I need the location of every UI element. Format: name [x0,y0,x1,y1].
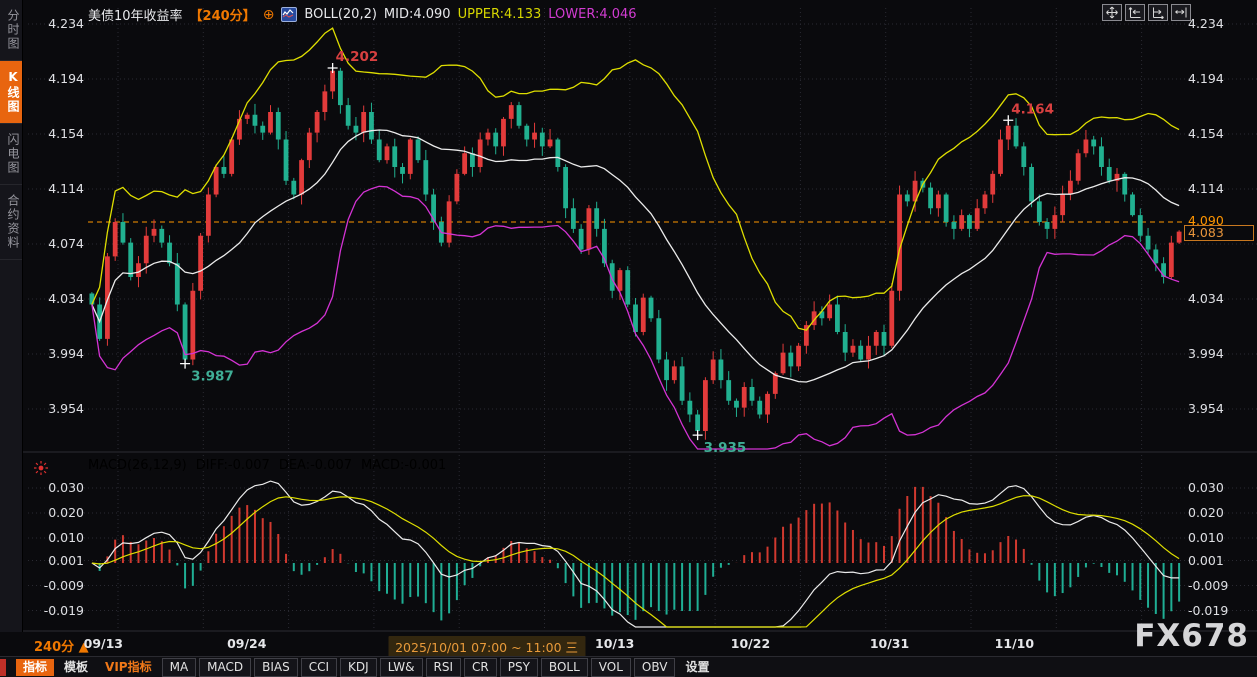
time-axis-row: 240分 ▲ 09/13 09/24 2025/10/01 07:00 ~ 11:0… [0,632,1257,656]
grid-lines [22,8,1257,631]
y-axis-label-right: 4.114 [1188,182,1254,196]
macd-histogram [92,487,1179,621]
instrument-title: 美债10年收益率 [88,5,183,24]
y-axis-label-left: 4.154 [24,127,84,141]
macd-axis-label-left: 0.030 [24,481,84,495]
macd-axis-label-left: -0.009 [24,579,84,593]
macd-macd-value: MACD:-0.001 [361,458,446,473]
toolbar-button-5[interactable]: BIAS [254,658,298,677]
extreme-cross-marker [180,359,190,369]
toolbar-button-12[interactable]: BOLL [541,658,588,677]
compress-left-icon[interactable] [1125,4,1145,21]
indicator-alert-icon[interactable] [33,460,49,480]
y-axis-label-left: 4.194 [24,72,84,86]
date-tick: 10/22 [731,636,770,651]
extreme-price-label: 3.987 [191,369,234,385]
macd-dea-value: DEA:-0.007 [279,458,352,473]
macd-axis-label-right: 0.020 [1188,506,1254,520]
date-tick: 10/13 [595,636,634,651]
bollinger-bands [92,28,1179,449]
macd-axis-label-right: -0.009 [1188,579,1254,593]
period-tag: 【240分】 [190,5,256,24]
chart-tool-icons [1102,4,1191,21]
toolbar-button-4[interactable]: MACD [199,658,251,677]
chart-canvas[interactable]: 4.202 3.987 3.935 4.164 [0,0,1257,632]
mini-chart-icon[interactable] [281,7,297,22]
toolbar-button-15[interactable]: 设置 [678,659,716,676]
macd-axis-label-right: 0.010 [1188,531,1254,545]
sidebar-tab-2[interactable]: 闪电图 [0,124,22,185]
boll-mid-value: MID:4.090 [384,7,451,22]
boll-label: BOLL(20,2) [304,7,377,22]
y-axis-label-left: 3.954 [24,402,84,416]
macd-diff-value: DIFF:-0.007 [196,458,270,473]
date-tick: 09/13 [84,636,123,651]
date-tick: 09/24 [227,636,266,651]
macd-axis-label-left: -0.019 [24,604,84,618]
watermark: FX678 [1134,618,1249,654]
macd-axis-label-left: 0.001 [24,554,84,568]
macd-axis-label-left: 0.020 [24,506,84,520]
compress-right-icon[interactable] [1148,4,1168,21]
add-indicator-icon[interactable]: ⊕ [263,7,275,23]
period-selector[interactable]: 240分 ▲ [34,636,89,655]
toolbar-button-2[interactable]: VIP指标 [98,659,159,676]
boll-upper-value: UPPER:4.133 [458,7,542,22]
toolbar-button-10[interactable]: CR [464,658,497,677]
extreme-price-label: 4.164 [1011,101,1054,117]
y-axis-label-left: 3.994 [24,347,84,361]
toolbar-button-7[interactable]: KDJ [340,658,377,677]
boll-upper-line [92,28,1179,330]
date-tick: 11/10 [995,636,1034,651]
extreme-annotations: 4.202 3.987 3.935 4.164 [180,49,1054,456]
macd-axis-label-right: 0.001 [1188,554,1254,568]
sidebar: 分时图K线图闪电图合约资料 [0,0,23,632]
candlesticks [89,68,1181,440]
boll-lower-value: LOWER:4.046 [548,7,636,22]
y-axis-label-right: 3.994 [1188,347,1254,361]
macd-label: MACD(26,12,9) [88,458,187,473]
macd-header: MACD(26,12,9) DIFF:-0.007 DEA:-0.007 MAC… [88,458,446,473]
y-axis-label-right: 4.154 [1188,127,1254,141]
macd-axis-label-right: -0.019 [1188,604,1254,618]
sidebar-tab-0[interactable]: 分时图 [0,0,22,61]
toolbar-button-14[interactable]: OBV [634,658,676,677]
shift-right-icon[interactable] [1171,4,1191,21]
chart-header: 美债10年收益率 【240分】 ⊕ BOLL(20,2) MID:4.090 U… [88,5,637,24]
toolbar-button-8[interactable]: LW& [380,658,423,677]
extreme-price-label: 3.935 [704,440,747,456]
toolbar-button-13[interactable]: VOL [591,658,631,677]
pan-icon[interactable] [1102,4,1122,21]
chart-app-window: 4.202 3.987 3.935 4.164 分时图K线图闪电图合约资料 美债10年… [0,0,1257,677]
toolbar-button-6[interactable]: CCI [301,658,337,677]
y-axis-label-right: 4.034 [1188,292,1254,306]
y-axis-label-right: 4.194 [1188,72,1254,86]
y-axis-label-right: 3.954 [1188,402,1254,416]
y-axis-label-left: 4.234 [24,17,84,31]
toolbar-button-3[interactable]: MA [162,658,197,677]
sidebar-tab-3[interactable]: 合约资料 [0,185,22,260]
macd-axis-label-left: 0.010 [24,531,84,545]
sidebar-tab-1[interactable]: K线图 [0,61,22,124]
macd-axis-label-right: 0.030 [1188,481,1254,495]
selected-bar-datetime: 2025/10/01 07:00 ~ 11:00 三 [388,636,585,657]
y-axis-label-left: 4.114 [24,182,84,196]
toolbar-red-marker [0,659,6,676]
indicator-toolbar: 指标模板VIP指标MAMACDBIASCCIKDJLW&RSICRPSYBOLL… [0,656,1257,677]
last-price-badge: 4.083 [1184,225,1254,241]
y-axis-label-left: 4.034 [24,292,84,306]
toolbar-button-0[interactable]: 指标 [16,659,54,676]
y-axis-label-left: 4.074 [24,237,84,251]
date-tick: 10/31 [870,636,909,651]
extreme-price-label: 4.202 [336,49,379,65]
toolbar-button-11[interactable]: PSY [500,658,538,677]
y-axis-label-right: 4.234 [1188,17,1254,31]
extreme-cross-marker [693,430,703,440]
toolbar-button-9[interactable]: RSI [426,658,462,677]
toolbar-button-1[interactable]: 模板 [57,659,95,676]
